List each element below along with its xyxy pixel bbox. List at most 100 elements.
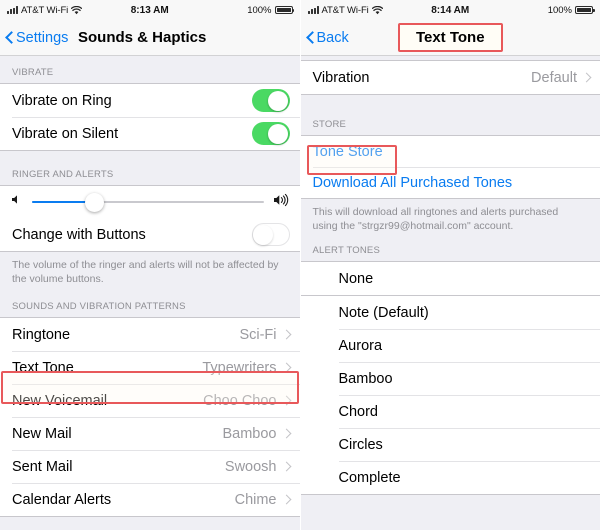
tone-row-note-default[interactable]: Note (Default) (300, 296, 600, 330)
tone-row-bamboo[interactable]: Bamboo (300, 362, 600, 396)
row-value: Sci-Fi (239, 326, 277, 343)
chevron-right-icon (283, 428, 290, 440)
link-download-all-purchased-tones[interactable]: Download All Purchased Tones (300, 167, 600, 198)
left-phone-screen: AT&T Wi-Fi 8:13 AM 100% Settings Sounds … (0, 0, 300, 530)
row-value: Swoosh (224, 458, 277, 475)
vibrate-group: Vibrate on Ring Vibrate on Silent (0, 83, 300, 151)
section-header-vibrate: VIBRATE (12, 67, 54, 78)
back-button-label: Settings (16, 29, 69, 46)
alert-tones-group-2: Note (Default) Aurora Bamboo Chord Circl… (300, 296, 600, 496)
section-header-alert-tones: ALERT TONES (312, 245, 380, 257)
row-new-voicemail[interactable]: New Voicemail Choo Choo (0, 384, 300, 418)
back-button-label: Back (316, 29, 349, 46)
tone-label: Complete (338, 469, 401, 486)
speaker-low-icon (10, 193, 23, 211)
tone-row-chord[interactable]: Chord (300, 395, 600, 429)
row-volume-slider[interactable] (0, 186, 300, 218)
status-bar-right-group: 100% (247, 4, 294, 16)
tone-label: Chord (338, 403, 379, 420)
row-vibration[interactable]: Vibration Default (300, 61, 600, 94)
right-settings-list: Vibration Default STORE Tone Store Downl… (300, 56, 600, 530)
row-label: Calendar Alerts (12, 491, 112, 508)
row-change-with-buttons[interactable]: Change with Buttons (0, 218, 300, 251)
status-bar-left: AT&T Wi-Fi 8:13 AM 100% (0, 0, 300, 20)
section-header-sounds-and-vibration-patterns: SOUNDS AND VIBRATION PATTERNS (12, 301, 186, 313)
carrier-label: AT&T Wi-Fi (21, 4, 69, 16)
sounds-patterns-group: Ringtone Sci-Fi Text Tone Typewriters Ne… (0, 317, 300, 518)
volume-slider-track[interactable] (32, 192, 264, 212)
tone-label: Aurora (338, 337, 383, 354)
row-label: Text Tone (12, 359, 74, 376)
wifi-icon (71, 5, 83, 15)
row-value: Typewriters (202, 359, 277, 376)
nav-bar-right: Back Text Tone (300, 20, 600, 56)
chevron-right-icon (283, 461, 290, 473)
row-vibrate-on-silent[interactable]: Vibrate on Silent (0, 117, 300, 150)
toggle-knob (267, 123, 288, 144)
link-label: Tone Store (312, 143, 383, 160)
toggle-knob (267, 90, 288, 111)
tone-row-complete[interactable]: Complete (300, 461, 600, 495)
row-value: Default (531, 69, 577, 86)
chevron-left-icon (6, 31, 14, 44)
battery-full-icon (575, 5, 595, 15)
toggle-knob (253, 224, 273, 245)
tone-label: Circles (338, 436, 383, 453)
alert-tones-group: None (300, 261, 600, 297)
tone-label: Note (Default) (338, 304, 429, 321)
row-vibrate-on-ring[interactable]: Vibrate on Ring (0, 84, 300, 117)
row-label: Vibration (312, 69, 370, 86)
section-header-ringer-and-alerts: RINGER AND ALERTS (12, 169, 114, 180)
ringer-group: Change with Buttons (0, 185, 300, 252)
chevron-right-icon (583, 72, 590, 84)
left-settings-list: VIBRATE Vibrate on Ring Vibrate on Silen… (0, 56, 300, 530)
row-value: Choo Choo (203, 392, 277, 409)
status-bar-right: AT&T Wi-Fi 8:14 AM 100% (300, 0, 600, 20)
signal-bars-icon (7, 6, 18, 14)
link-label: Download All Purchased Tones (312, 174, 513, 191)
chevron-right-icon (283, 395, 290, 407)
tone-label: Bamboo (338, 370, 393, 387)
tone-row-circles[interactable]: Circles (300, 428, 600, 462)
volume-slider-knob[interactable] (85, 192, 104, 212)
row-ringtone[interactable]: Ringtone Sci-Fi (0, 318, 300, 352)
toggle-change-with-buttons[interactable] (251, 223, 290, 246)
row-label: Ringtone (12, 326, 71, 343)
carrier-label: AT&T Wi-Fi (321, 4, 369, 16)
status-bar-left-group: AT&T Wi-Fi (7, 4, 83, 16)
status-bar-left-group: AT&T Wi-Fi (307, 4, 383, 16)
row-new-mail[interactable]: New Mail Bamboo (0, 417, 300, 451)
row-sent-mail[interactable]: Sent Mail Swoosh (0, 450, 300, 484)
chevron-right-icon (283, 329, 290, 341)
battery-percent-label: 100% (247, 4, 272, 16)
row-label: Vibrate on Silent (12, 125, 119, 142)
back-button[interactable]: Back (301, 30, 349, 46)
back-button-settings[interactable]: Settings (0, 30, 68, 46)
chevron-left-icon (307, 31, 315, 44)
wifi-icon (371, 5, 383, 15)
tone-label: None (338, 270, 374, 287)
battery-full-icon (274, 5, 294, 15)
chevron-right-icon (283, 494, 290, 506)
chevron-right-icon (283, 362, 290, 374)
row-divider (312, 167, 600, 168)
speaker-high-icon (273, 193, 290, 212)
toggle-vibrate-on-silent[interactable] (251, 122, 290, 145)
row-label: New Voicemail (12, 392, 108, 409)
toggle-vibrate-on-ring[interactable] (251, 89, 290, 112)
link-tone-store[interactable]: Tone Store (300, 136, 600, 167)
dual-screenshot-container: AT&T Wi-Fi 8:13 AM 100% Settings Sounds … (0, 0, 600, 530)
row-text-tone[interactable]: Text Tone Typewriters (0, 351, 300, 385)
row-value: Chime (234, 491, 277, 508)
row-label: New Mail (12, 425, 72, 442)
row-calendar-alerts[interactable]: Calendar Alerts Chime (0, 483, 300, 517)
battery-percent-label: 100% (547, 4, 572, 16)
row-label: Change with Buttons (12, 226, 146, 243)
status-bar-right-group: 100% (547, 4, 595, 16)
store-group: Tone Store Download All Purchased Tones (300, 135, 600, 199)
tone-row-none[interactable]: None (300, 262, 600, 296)
tone-row-aurora[interactable]: Aurora (300, 329, 600, 363)
right-phone-screen: AT&T Wi-Fi 8:14 AM 100% Back Text Tone V… (299, 0, 600, 530)
signal-bars-icon (307, 6, 319, 14)
nav-bar-left: Settings Sounds & Haptics (0, 20, 300, 56)
